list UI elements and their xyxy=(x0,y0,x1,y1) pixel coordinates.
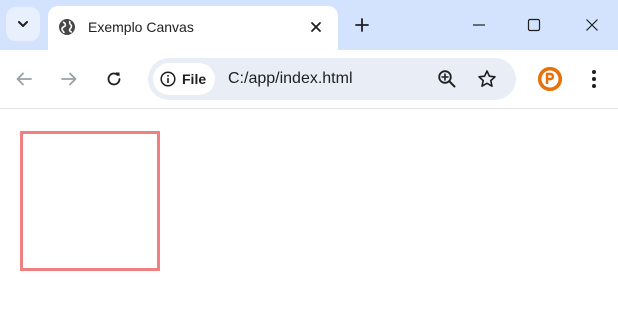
tab-active[interactable]: Exemplo Canvas xyxy=(48,6,338,50)
canvas xyxy=(20,131,160,271)
zoom-button[interactable] xyxy=(437,69,457,89)
zoom-in-icon xyxy=(438,70,456,88)
back-button[interactable] xyxy=(13,68,35,90)
new-tab-button[interactable] xyxy=(351,14,373,36)
close-window-button[interactable] xyxy=(582,15,602,35)
maximize-icon xyxy=(527,18,541,32)
browser-window: Exemplo Canvas File C:/app/index.html xyxy=(0,0,618,315)
plus-icon xyxy=(355,18,369,32)
globe-icon xyxy=(59,19,75,35)
canvas-rectangle xyxy=(20,131,160,271)
arrow-left-icon xyxy=(16,72,32,86)
minimize-button[interactable] xyxy=(469,15,489,35)
star-icon xyxy=(478,70,496,87)
tab-close-button[interactable] xyxy=(306,17,326,37)
url-text[interactable]: C:/app/index.html xyxy=(228,69,353,89)
address-bar[interactable]: File C:/app/index.html xyxy=(148,58,516,100)
reload-icon xyxy=(107,72,121,86)
security-label: File xyxy=(182,71,207,87)
tab-search-button[interactable] xyxy=(6,7,40,41)
arrow-right-icon xyxy=(61,72,77,86)
tab-title: Exemplo Canvas xyxy=(88,19,194,35)
info-icon xyxy=(160,71,176,87)
minimize-icon xyxy=(473,24,485,26)
page-content xyxy=(0,109,618,315)
close-icon xyxy=(586,19,598,31)
profile-avatar-icon xyxy=(538,67,562,91)
close-icon xyxy=(311,22,321,32)
tab-strip: Exemplo Canvas xyxy=(0,0,618,50)
toolbar: File C:/app/index.html xyxy=(0,50,618,109)
forward-button[interactable] xyxy=(58,68,80,90)
reload-button[interactable] xyxy=(103,68,125,90)
menu-button[interactable] xyxy=(584,68,604,90)
profile-button[interactable] xyxy=(538,67,562,91)
chevron-down-icon xyxy=(18,21,28,27)
kebab-menu-icon xyxy=(592,70,596,88)
bookmark-button[interactable] xyxy=(477,69,497,89)
site-info-chip[interactable]: File xyxy=(153,63,215,95)
maximize-button[interactable] xyxy=(524,15,544,35)
